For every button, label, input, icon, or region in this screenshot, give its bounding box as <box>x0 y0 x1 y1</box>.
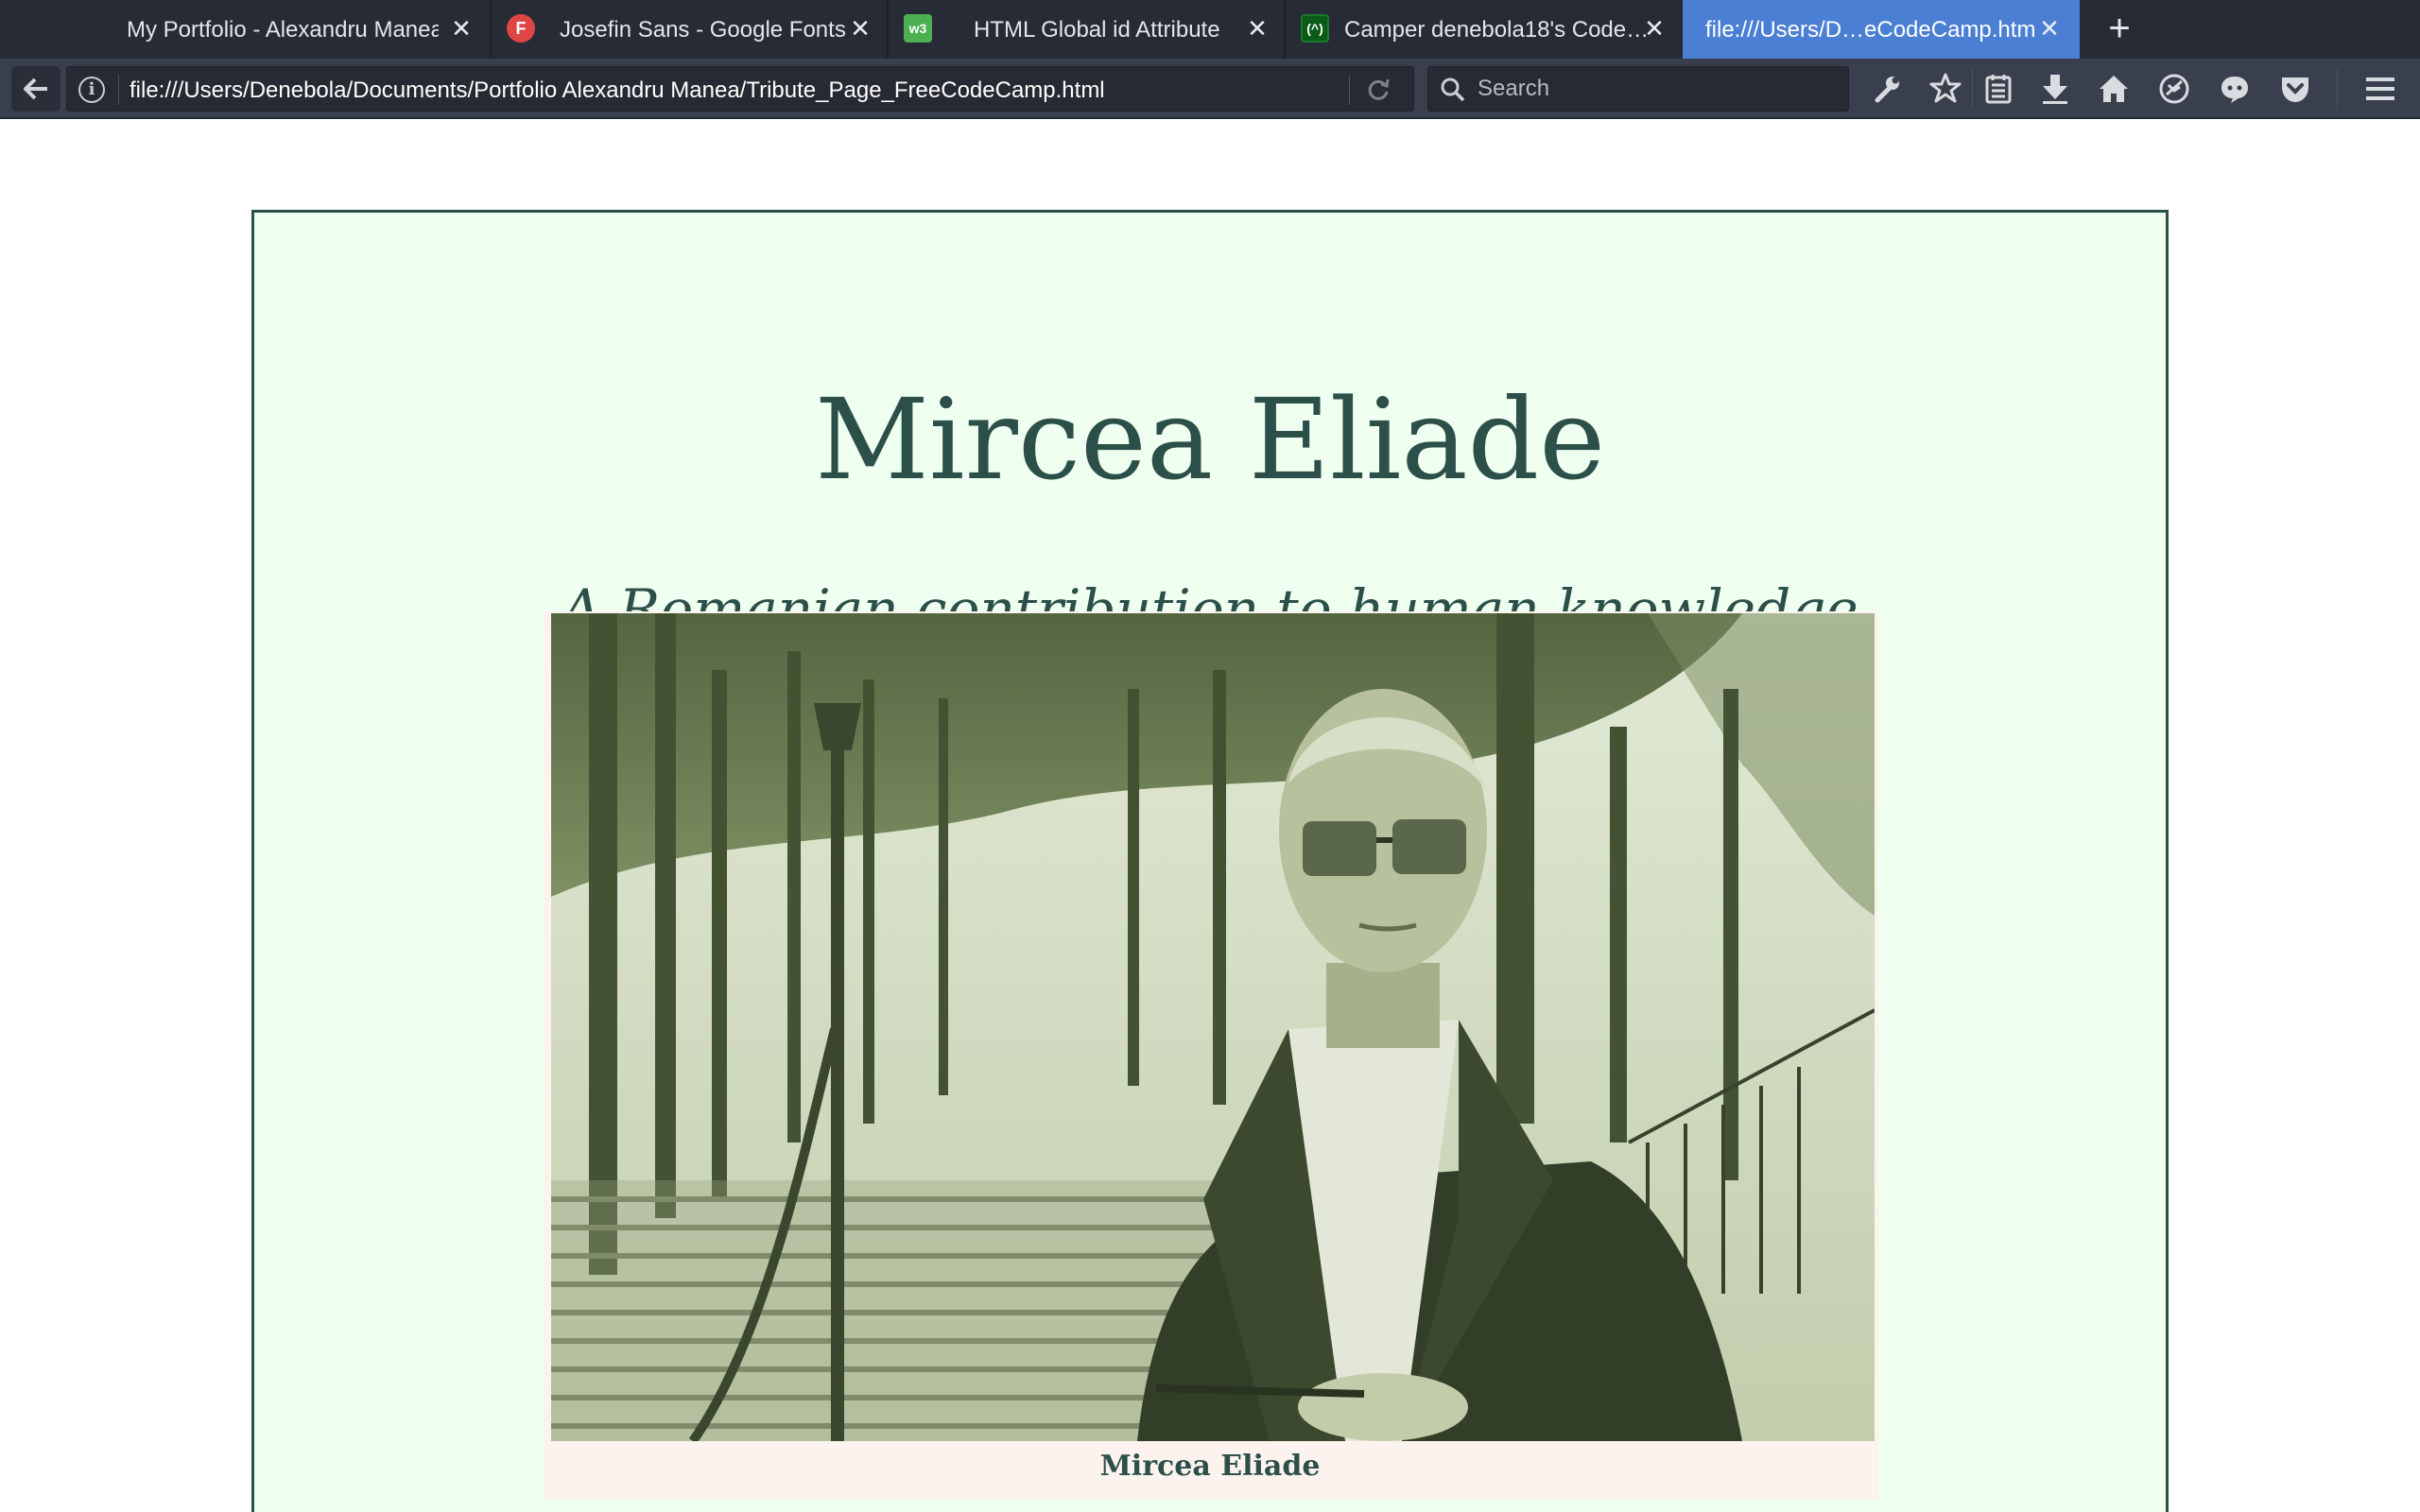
navigation-toolbar: i file:///Users/Denebola/Documents/Portf… <box>0 59 2420 119</box>
pocket-icon[interactable] <box>2278 72 2312 106</box>
close-tab-icon[interactable]: ✕ <box>450 14 473 43</box>
toolbar-divider <box>1972 68 1973 110</box>
tab-title: HTML Global id Attribute <box>974 17 1220 43</box>
close-tab-icon[interactable]: ✕ <box>2038 14 2061 43</box>
search-icon <box>1441 77 1465 102</box>
toolbar-divider <box>2337 68 2338 110</box>
back-button[interactable] <box>11 66 60 112</box>
page-viewport: Mircea Eliade A Romanian contribution to… <box>0 121 2420 1512</box>
url-bar[interactable]: i file:///Users/Denebola/Documents/Portf… <box>66 66 1414 112</box>
url-text[interactable]: file:///Users/Denebola/Documents/Portfol… <box>130 77 1105 104</box>
tab-google-fonts[interactable]: F Josefin Sans - Google Fonts ✕ <box>492 0 887 59</box>
page-info-icon[interactable]: i <box>78 77 105 103</box>
chat-extension-icon[interactable] <box>2218 72 2252 106</box>
tab-html-id-attribute[interactable]: w3 HTML Global id Attribute ✕ <box>889 0 1284 59</box>
search-input[interactable] <box>1478 67 1837 111</box>
close-tab-icon[interactable]: ✕ <box>1643 14 1666 43</box>
hamburger-menu-icon[interactable] <box>2363 72 2397 106</box>
bookmark-star-icon[interactable] <box>1928 72 1962 106</box>
tribute-card: Mircea Eliade A Romanian contribution to… <box>251 210 2169 1512</box>
home-icon[interactable] <box>2097 72 2131 106</box>
tab-my-portfolio[interactable]: My Portfolio - Alexandru Manea ✕ <box>0 0 490 59</box>
downloads-arrow-icon[interactable] <box>2038 72 2072 106</box>
tab-strip: My Portfolio - Alexandru Manea ✕ F Josef… <box>0 0 2420 59</box>
url-divider <box>118 75 119 105</box>
sync-extension-icon[interactable] <box>2157 72 2191 106</box>
tab-title: Camper denebola18's Code… <box>1344 17 1647 43</box>
tab-title: file:///Users/D…eCodeCamp.html <box>1705 17 2036 43</box>
developer-tools-wrench-icon[interactable] <box>1870 72 1904 106</box>
freecodecamp-favicon-icon: (^) <box>1301 14 1329 43</box>
back-arrow-icon <box>24 77 47 100</box>
tab-camper-codepen[interactable]: (^) Camper denebola18's Code… ✕ <box>1286 0 1681 59</box>
tribute-figure <box>544 611 1878 1500</box>
reload-icon[interactable] <box>1364 76 1392 104</box>
search-bar[interactable] <box>1427 66 1849 112</box>
page-title: Mircea Eliade <box>814 374 1606 505</box>
w3schools-favicon-icon: w3 <box>904 14 932 43</box>
tab-title: Josefin Sans - Google Fonts <box>560 17 846 43</box>
google-fonts-favicon-icon: F <box>507 14 535 43</box>
tab-tribute-page-active[interactable]: file:///Users/D…eCodeCamp.html ✕ <box>1683 0 2080 59</box>
new-tab-button[interactable]: + <box>2100 9 2138 47</box>
close-tab-icon[interactable]: ✕ <box>849 14 872 43</box>
close-tab-icon[interactable]: ✕ <box>1246 14 1269 43</box>
bookmarks-library-icon[interactable] <box>1981 72 2015 106</box>
reload-divider <box>1349 75 1350 105</box>
tab-title: My Portfolio - Alexandru Manea <box>127 17 439 43</box>
mircea-eliade-photo <box>551 613 1875 1441</box>
image-caption: Mircea Eliade <box>1099 1450 1321 1483</box>
